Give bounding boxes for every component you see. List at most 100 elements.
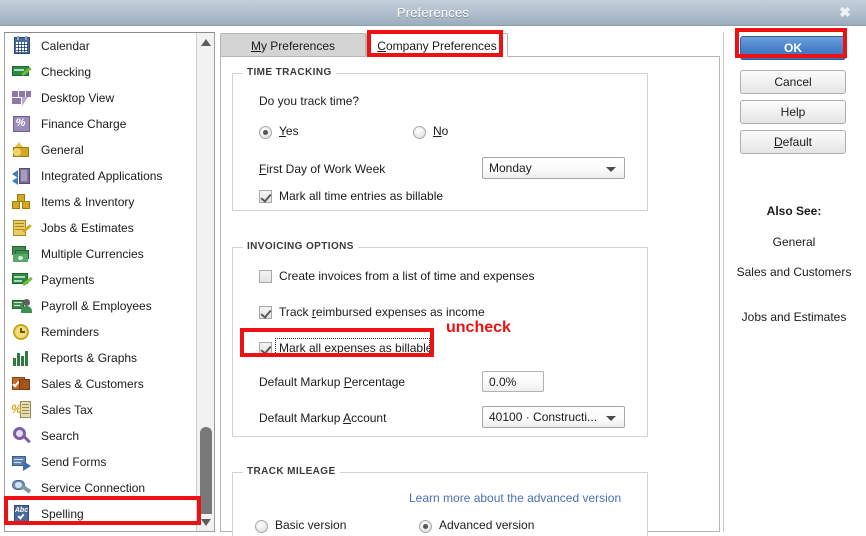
sidebar-item-payments[interactable]: Payments	[5, 267, 197, 293]
general-icon	[11, 140, 33, 160]
sidebar-item-label: Payments	[41, 273, 95, 287]
send-forms-icon	[11, 452, 33, 472]
tax-1099-icon: 1099	[11, 530, 33, 531]
window-title: Preferences	[396, 5, 470, 20]
panel-divider	[723, 32, 724, 532]
sidebar-item-items-inventory[interactable]: Items & Inventory	[5, 189, 197, 215]
scroll-down-arrow-icon[interactable]	[198, 514, 214, 530]
also-see-link-sales-and-customers[interactable]: Sales and Customers	[726, 265, 862, 280]
sidebar-item-label: Service Connection	[41, 481, 146, 495]
help-button[interactable]: Help	[740, 100, 846, 124]
track-time-no-label: No	[433, 124, 449, 138]
payments-icon	[11, 270, 33, 290]
mileage-advanced-label: Advanced version	[439, 518, 535, 532]
sidebar-item-label: Send Forms	[41, 455, 107, 469]
invoicing-options-group: INVOICING OPTIONS Create invoices from a…	[232, 241, 648, 437]
bar-chart-icon	[11, 348, 33, 368]
time-tracking-group: TIME TRACKING Do you track time? Yes No …	[232, 67, 648, 211]
track-mileage-group: TRACK MILEAGE Learn more about the advan…	[232, 466, 648, 536]
magnifier-icon	[11, 426, 33, 446]
track-time-question: Do you track time?	[259, 94, 360, 108]
sidebar-item-label: Finance Charge	[41, 117, 127, 131]
invoicing-options-group-title: INVOICING OPTIONS	[243, 241, 358, 252]
calendar-icon	[11, 36, 33, 56]
sidebar-item-label: Calendar	[41, 39, 90, 53]
default-button[interactable]: Default	[740, 130, 846, 154]
mileage-basic-radio[interactable]	[255, 520, 268, 533]
sidebar-item-label: Desktop View	[41, 91, 115, 105]
sidebar-item-payroll-employees[interactable]: Payroll & Employees	[5, 293, 197, 319]
sidebar-item-label: Jobs & Estimates	[41, 221, 134, 235]
sidebar-item-label: Checking	[41, 65, 92, 79]
default-markup-percentage-input[interactable]: 0.0%	[482, 371, 544, 392]
sidebar-item-reminders[interactable]: Reminders	[5, 319, 197, 345]
spelling-icon: Abc	[11, 504, 33, 524]
default-markup-account-value: 40100 · Constructi...	[489, 410, 598, 424]
sidebar-item-desktop-view[interactable]: Desktop View	[5, 85, 197, 111]
category-items: Calendar Checking Desktop View% Finance Cha…	[5, 33, 197, 531]
items-inventory-icon	[11, 192, 33, 212]
sidebar-item-label: Reminders	[41, 325, 100, 339]
track-mileage-group-title: TRACK MILEAGE	[243, 466, 340, 477]
sidebar-item-label: Multiple Currencies	[41, 247, 144, 261]
also-see-link-jobs-and-estimates[interactable]: Jobs and Estimates	[726, 310, 862, 325]
cancel-button[interactable]: Cancel	[740, 70, 846, 94]
ok-button[interactable]: OK	[740, 36, 846, 60]
sidebar-item-search[interactable]: Search	[5, 423, 197, 449]
also-see-link-general[interactable]: General	[726, 235, 862, 250]
sidebar-scrollbar[interactable]	[196, 33, 214, 531]
sidebar-item-label: General	[41, 143, 84, 157]
default-markup-percentage-label: Default Markup Percentage	[259, 375, 406, 389]
create-invoices-label: Create invoices from a list of time and …	[279, 269, 535, 283]
service-connection-icon	[11, 478, 33, 498]
mark-time-entries-billable-checkbox[interactable]	[259, 190, 272, 203]
clock-icon	[11, 322, 33, 342]
create-invoices-checkbox[interactable]	[259, 270, 272, 283]
default-markup-account-dropdown[interactable]: 40100 · Constructi...	[482, 406, 625, 428]
sidebar-item-tax-1099[interactable]: 1099Tax: 1099	[5, 527, 197, 531]
first-day-of-work-week-value: Monday	[489, 161, 532, 175]
scroll-up-arrow-icon[interactable]	[198, 34, 214, 50]
track-reimbursed-label: Track reimbursed expenses as income	[279, 305, 485, 319]
default-markup-percentage-value: 0.0%	[489, 375, 517, 389]
tab-my-preferences[interactable]: My Preferences	[220, 33, 366, 57]
sidebar-item-jobs-estimates[interactable]: Jobs & Estimates	[5, 215, 197, 241]
tab-my-preferences-label: My Preferences	[250, 39, 336, 53]
sidebar-item-send-forms[interactable]: Send Forms	[5, 449, 197, 475]
sidebar-item-label: Payroll & Employees	[41, 299, 152, 313]
preferences-category-list: Calendar Checking Desktop View% Finance Cha…	[4, 32, 215, 532]
sidebar-item-sales-tax[interactable]: % Sales Tax	[5, 397, 197, 423]
sidebar-item-checking[interactable]: Checking	[5, 59, 197, 85]
track-time-no-radio[interactable]	[413, 126, 426, 139]
close-icon[interactable]: ✖	[830, 2, 860, 23]
sidebar-item-spelling[interactable]: Abc Spelling	[5, 501, 197, 527]
tab-company-preferences[interactable]: Company Preferences	[366, 33, 508, 57]
scrollbar-thumb[interactable]	[200, 427, 212, 519]
default-markup-account-label: Default Markup Account	[259, 411, 387, 425]
chevron-down-icon	[606, 416, 616, 421]
sidebar-item-finance-charge[interactable]: % Finance Charge	[5, 111, 197, 137]
track-reimbursed-checkbox[interactable]	[259, 306, 272, 319]
sidebar-item-label: Spelling	[41, 507, 84, 521]
sales-tax-icon: %	[11, 400, 33, 420]
preferences-main-panel: My Preferences Company Preferences TIME …	[220, 32, 720, 536]
annotation-uncheck-text: uncheck	[446, 319, 511, 336]
sidebar-item-calendar[interactable]: Calendar	[5, 33, 197, 59]
first-day-of-work-week-dropdown[interactable]: Monday	[482, 157, 625, 179]
sidebar-item-label: Search	[41, 429, 80, 443]
title-bar: Preferences ✖	[0, 0, 866, 26]
sidebar-item-integrated-applications[interactable]: Integrated Applications	[5, 163, 197, 189]
sidebar-item-reports-graphs[interactable]: Reports & Graphs	[5, 345, 197, 371]
mark-expenses-billable-checkbox[interactable]	[259, 342, 272, 355]
sidebar-item-general[interactable]: General	[5, 137, 197, 163]
track-time-yes-radio[interactable]	[259, 126, 272, 139]
first-day-of-work-week-label: First Day of Work Week	[259, 162, 386, 176]
chevron-down-icon	[606, 167, 616, 172]
sidebar-item-label: Reports & Graphs	[41, 351, 138, 365]
sidebar-item-service-connection[interactable]: Service Connection	[5, 475, 197, 501]
mileage-advanced-radio[interactable]	[419, 520, 432, 533]
multiple-currencies-icon	[11, 244, 33, 264]
sidebar-item-sales-customers[interactable]: Sales & Customers	[5, 371, 197, 397]
sidebar-item-multiple-currencies[interactable]: Multiple Currencies	[5, 241, 197, 267]
learn-more-link[interactable]: Learn more about the advanced version	[409, 491, 621, 505]
